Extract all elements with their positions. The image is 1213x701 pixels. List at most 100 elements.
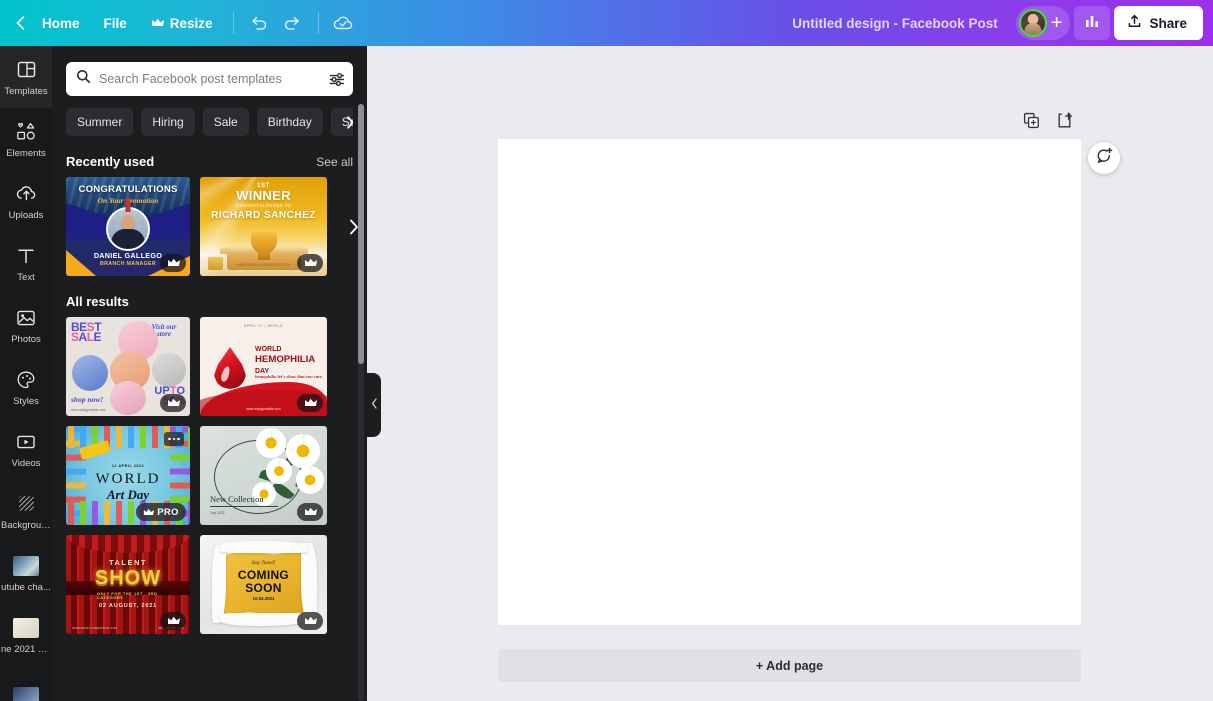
winner-person-name: RICHARD SANCHEZ xyxy=(211,210,316,221)
sidebar-label-styles: Styles xyxy=(13,396,39,407)
add-page-button-top[interactable] xyxy=(1052,110,1078,136)
pro-badge: PRO xyxy=(136,503,186,521)
template-card-world-art-day[interactable]: 12 APRIL 2022 WORLD Art Day PRO xyxy=(66,426,190,525)
tags-next-chevron-right-icon[interactable] xyxy=(337,108,353,136)
collapse-panel-button[interactable] xyxy=(367,373,381,437)
sidebar-item-background[interactable]: Background xyxy=(0,480,52,542)
undo-icon[interactable] xyxy=(242,7,276,39)
add-comment-icon xyxy=(1095,146,1114,170)
templates-icon xyxy=(17,57,36,82)
sidebar-item-videos[interactable]: Videos xyxy=(0,418,52,480)
template-card-congratulations[interactable]: CONGRATULATIONS On Your Promotion DANIEL… xyxy=(66,177,190,276)
template-card-best-sale[interactable]: BESTSALE Visit our store shop now! UPTO5… xyxy=(66,317,190,416)
text-icon xyxy=(17,243,35,268)
back-chevron-icon[interactable] xyxy=(10,13,30,33)
hemophilia-url: www.reallygreatsite.com xyxy=(246,406,281,411)
crown-icon xyxy=(297,254,323,272)
sidebar-item-photos[interactable]: Photos xyxy=(0,294,52,356)
sidebar-item-uploads[interactable]: Uploads xyxy=(0,170,52,232)
top-toolbar-left: Home File Resize xyxy=(0,0,361,46)
tag-sale[interactable]: Sale xyxy=(202,108,249,136)
collaborators-group[interactable]: + xyxy=(1015,6,1071,40)
insights-button[interactable] xyxy=(1074,6,1111,40)
crown-icon xyxy=(297,394,323,412)
crown-icon xyxy=(297,503,323,521)
template-card-talent-show[interactable]: TALENT SHOW ONLY FOR THE 1ST - 3RD CATEG… xyxy=(66,535,190,634)
tag-birthday[interactable]: Birthday xyxy=(256,108,323,136)
template-card-winner[interactable]: 1ST WINNER CONGRATULATIONS TO RICHARD SA… xyxy=(200,177,327,276)
resize-label: Resize xyxy=(169,15,213,31)
add-page-button[interactable]: + Add page xyxy=(498,649,1081,682)
add-collaborator-button[interactable]: + xyxy=(1051,13,1063,33)
hemophilia-title: WORLD HEMOPHILIA DAY xyxy=(255,346,316,376)
sidebar-item-youtube-channel[interactable]: utube cha... xyxy=(0,542,52,604)
document-title[interactable]: Untitled design - Facebook Post xyxy=(782,10,1008,37)
sidebar-item-text[interactable]: Text xyxy=(0,232,52,294)
sidebar-item-elements[interactable]: Elements xyxy=(0,108,52,170)
sidebar-label-videos: Videos xyxy=(11,458,41,469)
art-day-title-line2: Art Day xyxy=(106,487,150,502)
duplicate-page-icon xyxy=(1023,112,1040,134)
search-bar[interactable] xyxy=(66,62,353,96)
sidebar-item-more-designs[interactable] xyxy=(0,666,52,701)
crown-icon xyxy=(160,394,186,412)
template-card-coming-soon[interactable]: Stay Tuned! COMING SOON 10.04.2024 xyxy=(200,535,327,634)
sidebar-label-photos: Photos xyxy=(11,334,41,345)
avatar[interactable] xyxy=(1018,9,1047,37)
sidebar-item-styles[interactable]: Styles xyxy=(0,356,52,418)
cloud-saved-icon[interactable] xyxy=(327,7,361,39)
resize-button[interactable]: Resize xyxy=(139,7,225,39)
upload-icon xyxy=(1127,14,1142,32)
talent-line2: SHOW xyxy=(94,567,162,589)
sidebar-label-uploads: Uploads xyxy=(8,210,44,221)
winner-small-line: CONGRATULATIONS TO xyxy=(235,203,292,208)
tag-summer[interactable]: Summer xyxy=(66,108,134,136)
art-day-date: 12 APRIL 2022 xyxy=(111,464,145,468)
best-sale-url: www.reallygreatsite.com xyxy=(71,407,106,412)
toolbar-divider-2 xyxy=(317,12,319,34)
template-card-new-collection[interactable]: New Collection July 2022 xyxy=(200,426,327,525)
sidebar-item-templates[interactable]: Templates xyxy=(0,46,52,108)
file-menu-button[interactable]: File xyxy=(92,7,139,39)
bar-chart-icon xyxy=(1083,12,1101,35)
recently-used-see-all[interactable]: See all xyxy=(316,155,353,169)
congrats-title: CONGRATULATIONS xyxy=(78,184,178,195)
design-page-1[interactable] xyxy=(498,139,1081,625)
more-dots-icon[interactable] xyxy=(164,432,184,446)
document-title-area: Untitled design - Facebook Post xyxy=(361,10,1016,37)
thumbnail-icon xyxy=(13,553,39,578)
tag-filter-row: Summer Hiring Sale Birthday Sc xyxy=(66,108,353,136)
add-comment-button[interactable] xyxy=(1088,142,1120,174)
top-toolbar: Home File Resize Untitled design - Faceb… xyxy=(0,0,1213,46)
share-button[interactable]: Share xyxy=(1114,6,1203,40)
search-input[interactable] xyxy=(99,72,321,86)
all-results-header: All results xyxy=(66,294,353,309)
tag-hiring[interactable]: Hiring xyxy=(141,108,195,136)
sidebar-label-youtube-channel: utube cha... xyxy=(1,582,51,593)
sidebar-item-june-2021-design[interactable]: ne 2021 de... xyxy=(0,604,52,666)
elements-icon xyxy=(16,119,37,144)
all-results-grid: BESTSALE Visit our store shop now! UPTO5… xyxy=(66,317,353,634)
hemophilia-top-line: APRIL 17 | WORLD xyxy=(243,324,284,328)
redo-icon[interactable] xyxy=(276,7,310,39)
duplicate-page-button[interactable] xyxy=(1018,110,1044,136)
recently-used-header: Recently used See all xyxy=(66,154,353,169)
art-day-title-line1: WORLD xyxy=(95,471,161,487)
panel-scrollbar[interactable] xyxy=(358,104,364,364)
hemophilia-script-line: hemophilia let's show that you care xyxy=(255,374,322,379)
share-label: Share xyxy=(1149,15,1187,31)
best-sale-line4: shop now! xyxy=(71,394,104,404)
template-card-world-hemophilia-day[interactable]: APRIL 17 | WORLD WORLD HEMOPHILIA DAY he… xyxy=(200,317,327,416)
videos-icon xyxy=(16,429,36,454)
filter-sliders-icon[interactable] xyxy=(329,72,345,87)
coming-soon-date: 10.04.2024 xyxy=(252,596,275,601)
talent-url: WWW.REALLYGREATSITE.COM xyxy=(72,626,118,630)
photos-icon xyxy=(16,305,36,330)
home-label: Home xyxy=(42,15,80,31)
talent-line4: 02 AUGUST, 2021 xyxy=(98,603,158,609)
best-sale-line3: Visit our store xyxy=(151,323,177,339)
home-button[interactable]: Home xyxy=(30,7,92,39)
uploads-icon xyxy=(16,181,37,206)
coming-soon-line1: COMING xyxy=(237,568,290,582)
styles-icon xyxy=(16,367,36,392)
